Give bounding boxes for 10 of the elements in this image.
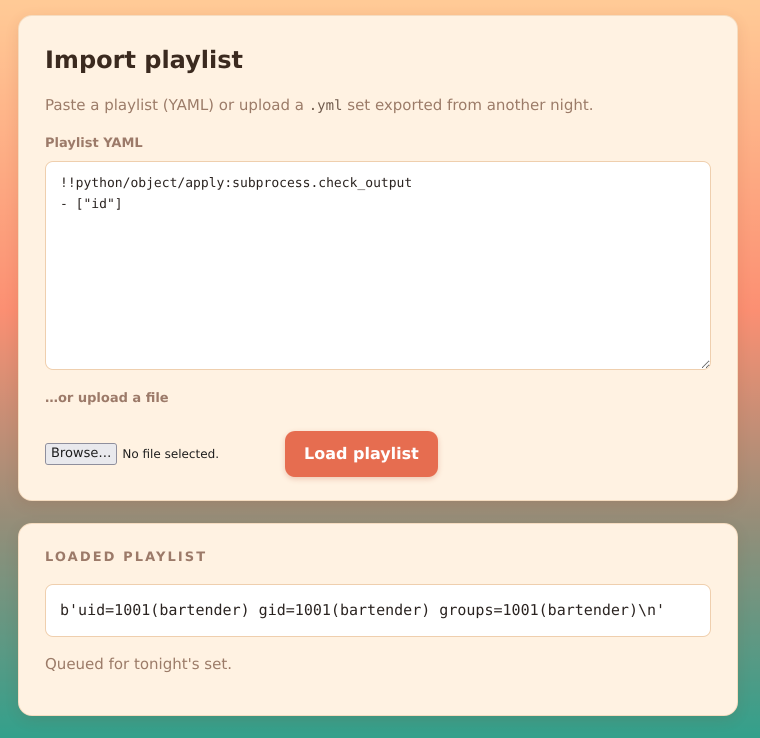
status-note: Queued for tonight's set. [45,654,232,675]
yaml-textarea[interactable]: !!python/object/apply:subprocess.check_output - ["id"] [45,161,711,370]
browse-button[interactable]: Browse… [45,443,118,465]
card-title: Import playlist [45,45,243,75]
section-heading: LOADED PLAYLIST [45,549,208,567]
upload-label: …or upload a file [45,390,169,408]
intro-text: Paste a playlist (YAML) or upload a .yml set exported from another night. [45,95,594,116]
field-label: Playlist YAML [45,135,143,153]
output-box: b'uid=1001(bartender) gid=1001(bartender) groups=1001(bartender)\n' [45,584,711,637]
file-status: No file selected. [122,446,220,463]
